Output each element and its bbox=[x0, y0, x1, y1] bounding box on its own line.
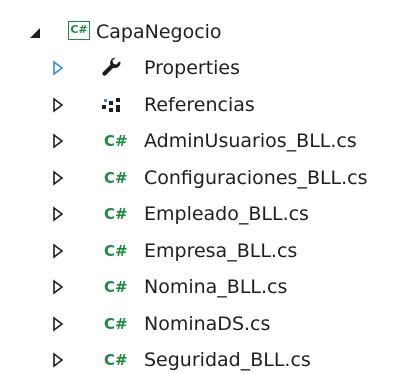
tree-item-label: NominaDS.cs bbox=[144, 312, 271, 335]
csharp-badge: C# bbox=[104, 168, 128, 187]
tree-item-label: Empleado_BLL.cs bbox=[144, 203, 309, 225]
tree-item-label: Configuraciones_BLL.cs bbox=[144, 166, 368, 189]
tree-item[interactable]: C# Empleado_BLL.cs bbox=[0, 196, 411, 232]
csharp-badge: C# bbox=[104, 351, 128, 369]
expand-triangle-icon[interactable] bbox=[50, 133, 66, 149]
csharp-file-icon: C# bbox=[104, 129, 130, 153]
csharp-file-icon: C# bbox=[104, 202, 130, 226]
expand-triangle-icon[interactable] bbox=[50, 60, 66, 76]
expand-triangle-icon[interactable] bbox=[50, 315, 66, 332]
expand-triangle-icon[interactable] bbox=[50, 169, 66, 186]
collapse-triangle-icon[interactable] bbox=[28, 25, 44, 41]
tree-item[interactable]: C# NominaDS.cs bbox=[0, 306, 411, 342]
expand-triangle-icon[interactable] bbox=[50, 206, 66, 222]
tree-item-label: Seguridad_BLL.cs bbox=[144, 349, 311, 371]
tree-item-label: Properties bbox=[144, 57, 241, 79]
csharp-badge: C# bbox=[104, 241, 128, 260]
project-name: CapaNegocio bbox=[96, 21, 222, 43]
csharp-file-icon: C# bbox=[104, 275, 130, 299]
tree-item[interactable]: C# Nomina_BLL.cs bbox=[0, 269, 411, 305]
tree-item-label: AdminUsuarios_BLL.cs bbox=[144, 130, 357, 152]
tree-item[interactable]: Properties bbox=[0, 50, 411, 86]
expand-triangle-icon[interactable] bbox=[50, 279, 66, 295]
tree-item[interactable]: C# Empresa_BLL.cs bbox=[0, 233, 411, 269]
expand-triangle-icon[interactable] bbox=[50, 96, 66, 113]
tree-item[interactable]: C# AdminUsuarios_BLL.cs bbox=[0, 123, 411, 159]
csharp-file-icon: C# bbox=[104, 348, 130, 372]
csharp-file-icon: C# bbox=[104, 239, 130, 263]
wrench-icon bbox=[100, 56, 126, 80]
csharp-badge: C# bbox=[104, 205, 128, 223]
expand-triangle-icon[interactable] bbox=[50, 242, 66, 259]
csharp-badge: C# bbox=[104, 278, 128, 296]
csharp-badge: C# bbox=[104, 314, 128, 333]
csharp-file-icon: C# bbox=[104, 166, 130, 190]
solution-explorer-tree: C# CapaNegocio Properties Referencias C# Ad… bbox=[0, 0, 411, 373]
expand-triangle-icon[interactable] bbox=[50, 352, 66, 368]
tree-item-label: Nomina_BLL.cs bbox=[144, 276, 288, 298]
csharp-file-icon: C# bbox=[104, 312, 130, 336]
csharp-project-icon: C# bbox=[68, 14, 94, 44]
csharp-badge: C# bbox=[104, 132, 128, 150]
tree-item[interactable]: C# Configuraciones_BLL.cs bbox=[0, 160, 411, 196]
tree-item[interactable]: C# Seguridad_BLL.cs bbox=[0, 342, 411, 373]
project-node-capanegocio[interactable]: C# CapaNegocio bbox=[0, 14, 411, 50]
tree-item-label: Referencias bbox=[144, 93, 255, 116]
references-icon bbox=[100, 93, 126, 117]
tree-item-label: Empresa_BLL.cs bbox=[144, 239, 298, 262]
tree-item[interactable]: Referencias bbox=[0, 87, 411, 123]
